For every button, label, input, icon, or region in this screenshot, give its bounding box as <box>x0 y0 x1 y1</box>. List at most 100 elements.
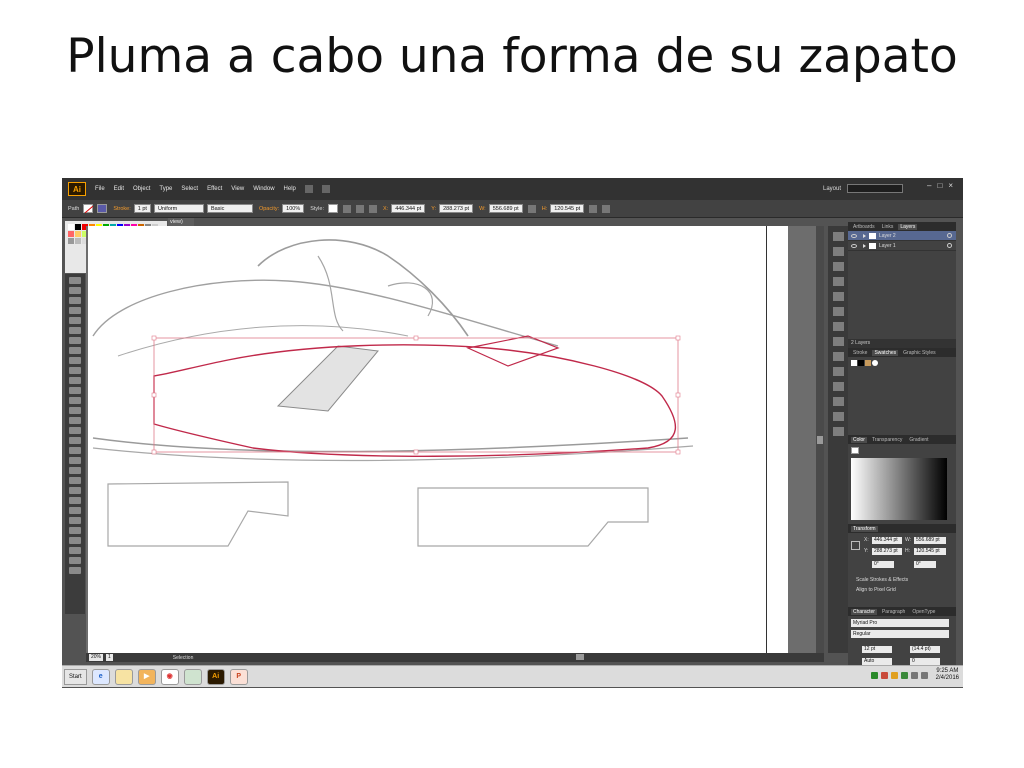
kerning-field[interactable]: Auto <box>862 658 892 665</box>
bbox-handle-tr[interactable] <box>675 335 681 341</box>
tab-swatches[interactable]: Swatches <box>872 349 899 356</box>
minimize-button[interactable]: – <box>927 181 931 190</box>
brush-select[interactable]: Basic <box>206 204 253 213</box>
menu-file[interactable]: File <box>95 186 105 192</box>
layer-name[interactable]: Layer 2 <box>879 233 896 239</box>
font-family-select[interactable]: Myriad Pro <box>851 619 949 627</box>
volume-icon[interactable] <box>920 671 928 679</box>
tool-icon[interactable] <box>69 427 81 434</box>
align-icon[interactable] <box>355 204 364 213</box>
color-spectrum[interactable] <box>851 458 947 520</box>
horizontal-scroll-thumb[interactable] <box>576 654 584 660</box>
y-field[interactable]: 288.273 pt <box>439 204 474 213</box>
scale-strokes-option[interactable]: Scale Strokes & Effects <box>856 577 908 583</box>
expand-arrow-icon[interactable] <box>863 243 866 248</box>
artboard-navigation-field[interactable]: 1 <box>106 654 113 661</box>
eye-icon[interactable] <box>851 243 857 248</box>
artboard[interactable] <box>88 226 788 653</box>
w-field[interactable]: 556.689 pt <box>488 204 523 213</box>
tool-icon[interactable] <box>69 487 81 494</box>
panel-shortcut-icon[interactable] <box>832 337 844 346</box>
tab-opentype[interactable]: OpenType <box>910 609 937 615</box>
tool-icon[interactable] <box>69 307 81 314</box>
tool-icon[interactable] <box>69 457 81 464</box>
panel-shortcut-icon[interactable] <box>832 232 844 241</box>
ie-icon[interactable]: e <box>91 668 110 685</box>
font-size-field[interactable]: 12 pt <box>862 646 892 653</box>
layer-name[interactable]: Layer 1 <box>879 243 896 249</box>
tool-icon[interactable] <box>69 317 81 324</box>
color-swatch[interactable] <box>75 238 81 244</box>
tray-icon[interactable] <box>890 671 898 679</box>
tool-icon[interactable] <box>69 447 81 454</box>
align-pixel-grid-option[interactable]: Align to Pixel Grid <box>856 587 896 593</box>
tool-icon[interactable] <box>69 547 81 554</box>
bbox-handle-bl[interactable] <box>151 449 157 455</box>
media-player-icon[interactable]: ▶ <box>137 668 156 685</box>
transform-x-field[interactable]: 446.344 pt <box>872 537 902 544</box>
tool-icon[interactable] <box>69 337 81 344</box>
tool-icon[interactable] <box>69 397 81 404</box>
opacity-field[interactable]: 100% <box>282 204 305 213</box>
tool-icon[interactable] <box>69 567 81 574</box>
layer-row[interactable]: Layer 1 <box>848 241 956 251</box>
tab-stroke[interactable]: Stroke <box>851 350 869 356</box>
tool-icon[interactable] <box>69 557 81 564</box>
link-icon[interactable] <box>527 204 536 213</box>
tool-icon[interactable] <box>69 347 81 354</box>
tracking-field[interactable]: 0 <box>910 658 940 665</box>
tool-icon[interactable] <box>69 507 81 514</box>
x-field[interactable]: 446.344 pt <box>391 204 426 213</box>
bbox-handle-ml[interactable] <box>151 392 157 398</box>
tab-paragraph[interactable]: Paragraph <box>880 609 907 615</box>
tool-icon[interactable] <box>69 407 81 414</box>
transform-y-field[interactable]: 288.273 pt <box>872 548 902 555</box>
reference-point-icon[interactable] <box>368 204 377 213</box>
selection-bounding-box[interactable] <box>153 337 679 453</box>
bbox-handle-tl[interactable] <box>151 335 157 341</box>
tool-icon[interactable] <box>69 537 81 544</box>
bbox-handle-bc[interactable] <box>413 449 419 455</box>
illustrator-taskbar-icon[interactable]: Ai <box>206 668 225 685</box>
transform-icon[interactable] <box>589 204 598 213</box>
chrome-icon[interactable]: ◉ <box>160 668 179 685</box>
graphic-style-swatch[interactable] <box>327 204 338 213</box>
bbox-handle-mr[interactable] <box>675 392 681 398</box>
clock[interactable]: 9:25 AM 2/4/2016 <box>936 668 959 682</box>
tab-artboards[interactable]: Artboards <box>851 224 877 230</box>
menu-type[interactable]: Type <box>159 186 172 192</box>
panel-shortcut-icon[interactable] <box>832 352 844 361</box>
menu-view[interactable]: View <box>231 186 244 192</box>
tab-layers[interactable]: Layers <box>898 223 918 230</box>
stroke-swatch[interactable] <box>97 204 108 213</box>
stroke-label[interactable]: Stroke: <box>113 206 130 212</box>
target-icon[interactable] <box>947 243 952 248</box>
tab-links[interactable]: Links <box>880 224 896 230</box>
close-button[interactable]: × <box>948 181 953 190</box>
tray-icon[interactable] <box>880 671 888 679</box>
menu-object[interactable]: Object <box>133 186 150 192</box>
reference-point-icon[interactable] <box>851 541 860 550</box>
leading-field[interactable]: (14.4 pt) <box>910 646 940 653</box>
zoom-field[interactable]: 20% <box>89 654 104 661</box>
bbox-handle-br[interactable] <box>675 449 681 455</box>
color-swatch[interactable] <box>68 238 74 244</box>
expand-arrow-icon[interactable] <box>863 233 866 238</box>
font-style-select[interactable]: Regular <box>851 630 949 638</box>
tab-gradient[interactable]: Gradient <box>907 437 930 443</box>
panel-shortcut-icon[interactable] <box>832 292 844 301</box>
panel-shortcut-icon[interactable] <box>832 427 844 436</box>
menu-window[interactable]: Window <box>253 186 274 192</box>
tool-icon[interactable] <box>69 297 81 304</box>
selected-pen-path[interactable] <box>153 344 676 457</box>
stroke-profile-select[interactable]: Uniform <box>153 204 204 213</box>
status-text[interactable]: Selection <box>173 655 194 661</box>
color-swatch[interactable] <box>68 231 74 237</box>
panel-shortcut-icon[interactable] <box>832 382 844 391</box>
powerpoint-icon[interactable]: P <box>229 668 248 685</box>
tool-icon[interactable] <box>69 287 81 294</box>
swatch-white[interactable] <box>851 360 857 366</box>
menu-effect[interactable]: Effect <box>207 186 222 192</box>
tool-icon[interactable] <box>69 437 81 444</box>
shear-field[interactable]: 0° <box>914 561 936 568</box>
